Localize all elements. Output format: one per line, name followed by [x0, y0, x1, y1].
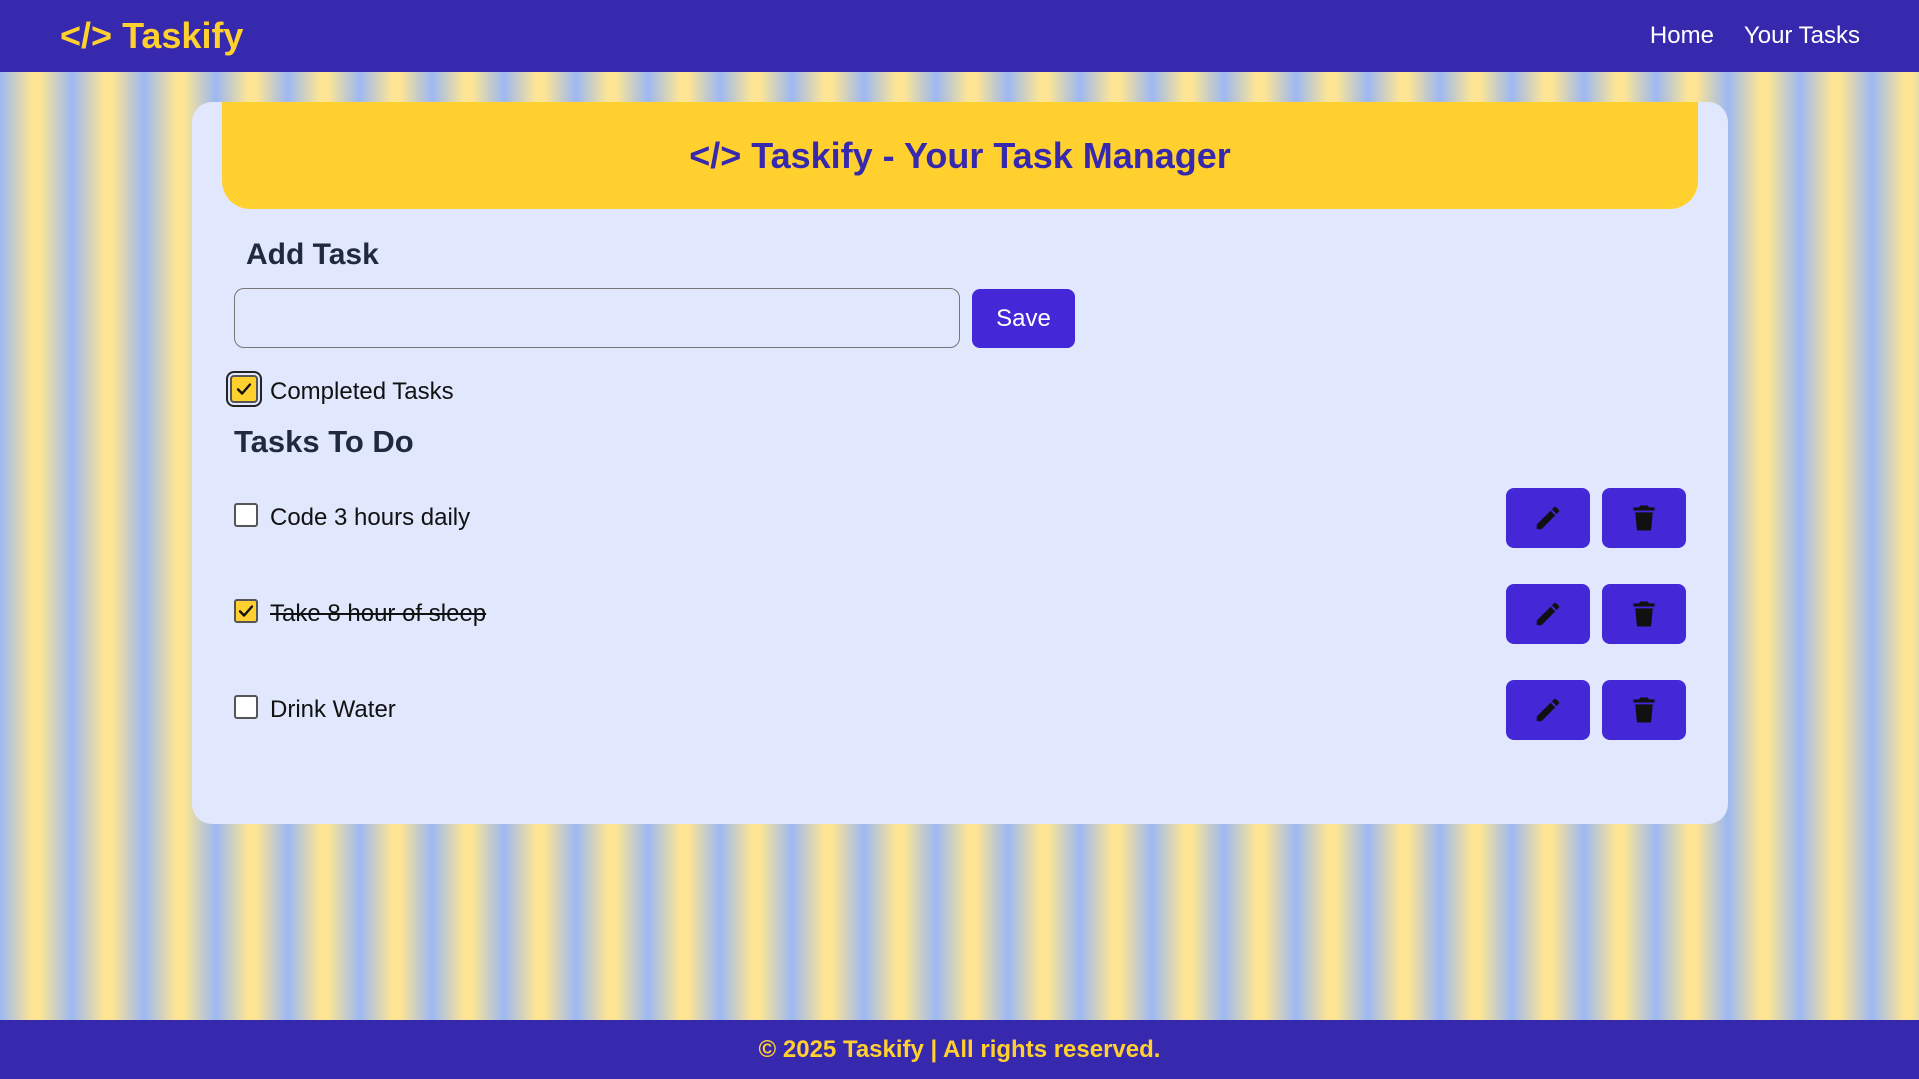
footer: © 2025 Taskify | All rights reserved. [0, 1020, 1919, 1079]
code-icon: </> [689, 134, 742, 176]
delete-button[interactable] [1602, 680, 1686, 740]
trash-icon [1633, 697, 1655, 723]
brand-logo[interactable]: </> Taskify [60, 15, 243, 57]
check-icon [236, 383, 252, 395]
nav-link-your-tasks[interactable]: Your Tasks [1744, 22, 1860, 50]
delete-button[interactable] [1602, 584, 1686, 644]
edit-button[interactable] [1506, 680, 1590, 740]
task-checkbox[interactable] [234, 599, 258, 623]
task-card: </> Taskify - Your Task Manager Add Task… [192, 102, 1728, 824]
page-banner: </> Taskify - Your Task Manager [222, 102, 1698, 209]
trash-icon [1633, 505, 1655, 531]
check-icon [238, 605, 254, 617]
save-button[interactable]: Save [972, 289, 1075, 348]
code-icon: </> [60, 15, 113, 56]
delete-button[interactable] [1602, 488, 1686, 548]
trash-icon [1633, 601, 1655, 627]
task-text: Code 3 hours daily [270, 504, 471, 531]
nav-links: Home Your Tasks [1650, 22, 1860, 50]
task-text: Take 8 hour of sleep [270, 600, 487, 627]
pencil-icon [1536, 506, 1560, 530]
navbar: </> Taskify Home Your Tasks [0, 0, 1919, 72]
edit-button[interactable] [1506, 488, 1590, 548]
task-input[interactable] [234, 288, 960, 348]
completed-tasks-checkbox[interactable] [230, 375, 258, 403]
task-checkbox[interactable] [234, 503, 258, 527]
add-task-heading: Add Task [246, 238, 379, 271]
tasks-heading: Tasks To Do [234, 424, 414, 459]
task-text: Drink Water [270, 696, 396, 723]
completed-tasks-label: Completed Tasks [270, 378, 454, 405]
copyright-text: © 2025 Taskify | All rights reserved. [758, 1035, 1161, 1063]
edit-button[interactable] [1506, 584, 1590, 644]
brand-name: Taskify [122, 15, 244, 56]
pencil-icon [1536, 602, 1560, 626]
nav-link-home[interactable]: Home [1650, 22, 1714, 50]
page-title: Taskify - Your Task Manager [751, 134, 1231, 176]
pencil-icon [1536, 698, 1560, 722]
task-checkbox[interactable] [234, 695, 258, 719]
